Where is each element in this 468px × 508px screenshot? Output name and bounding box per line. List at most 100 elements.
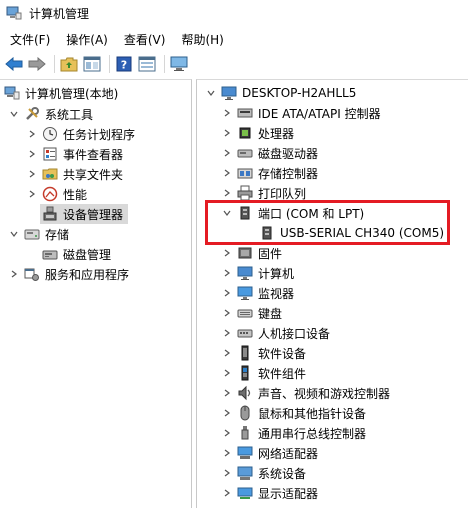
chevron-right-icon[interactable] xyxy=(26,148,38,160)
tree-item-services-apps[interactable]: 服务和应用程序 xyxy=(8,264,129,284)
tree-label: 打印队列 xyxy=(258,186,307,201)
chevron-right-icon[interactable] xyxy=(221,467,233,479)
chevron-right-icon[interactable] xyxy=(221,107,233,119)
device-category-usb[interactable]: 通用串行总线控制器 xyxy=(221,423,366,443)
tree-item-event-viewer[interactable]: 事件查看器 xyxy=(26,144,123,164)
device-category-hid[interactable]: 人机接口设备 xyxy=(221,323,330,343)
tree-label: 网络适配器 xyxy=(258,446,319,461)
monitor-icon[interactable] xyxy=(169,54,189,74)
tree-label: 系统设备 xyxy=(258,466,307,481)
menu-action[interactable]: 操作(A) xyxy=(58,31,116,48)
device-category-keyboard[interactable]: 键盘 xyxy=(221,303,282,323)
chevron-down-icon[interactable] xyxy=(205,87,217,99)
chevron-down-icon[interactable] xyxy=(8,108,20,120)
services-apps-icon xyxy=(24,266,40,282)
tree-label: 监视器 xyxy=(258,286,295,301)
back-icon[interactable] xyxy=(4,54,24,74)
device-category-firmware[interactable]: 固件 xyxy=(221,243,282,263)
chevron-right-icon[interactable] xyxy=(221,267,233,279)
chevron-right-icon[interactable] xyxy=(221,167,233,179)
device-manager-icon xyxy=(42,206,58,222)
storage-controller-icon xyxy=(237,165,253,181)
tree-label: 存储 xyxy=(45,227,70,242)
device-category-storage-controller[interactable]: 存储控制器 xyxy=(221,163,318,183)
forward-icon[interactable] xyxy=(27,54,47,74)
tree-item-shared-folders[interactable]: 共享文件夹 xyxy=(26,164,123,184)
display-adapter-icon xyxy=(237,485,253,501)
tree-label: 显示适配器 xyxy=(258,486,319,501)
tree-label: 事件查看器 xyxy=(63,147,124,162)
device-tree-pane: DESKTOP-H2AHLL5 IDE ATA/ATAPI 控制器 处理器磁盘驱动… xyxy=(196,79,468,508)
left-navigation-pane: 计算机管理(本地) 系统工具 任务计划程序 事件查看器 共享文件夹 性能 设备管… xyxy=(0,79,192,508)
device-category-monitor[interactable]: 监视器 xyxy=(221,283,294,303)
keyboard-icon xyxy=(237,305,253,321)
properties-icon[interactable] xyxy=(137,54,157,74)
device-category-mouse[interactable]: 鼠标和其他指针设备 xyxy=(221,403,366,423)
tree-label: 处理器 xyxy=(258,126,295,141)
sound-icon xyxy=(237,385,253,401)
device-category-computer[interactable]: 计算机 xyxy=(221,263,294,283)
help-icon[interactable]: ? xyxy=(114,54,134,74)
chevron-right-icon[interactable] xyxy=(221,407,233,419)
software-component-icon xyxy=(237,365,253,381)
highlight-annotation xyxy=(205,200,450,245)
tree-label: 共享文件夹 xyxy=(63,167,124,182)
tree-item-device-manager[interactable]: 设备管理器 xyxy=(40,204,128,224)
chevron-right-icon[interactable] xyxy=(221,427,233,439)
chevron-right-icon[interactable] xyxy=(221,307,233,319)
device-category-processor[interactable]: 处理器 xyxy=(221,123,294,143)
chevron-down-icon[interactable] xyxy=(8,228,20,240)
device-category-software-component[interactable]: 软件组件 xyxy=(221,363,306,383)
device-category-sound[interactable]: 声音、视频和游戏控制器 xyxy=(221,383,390,403)
chevron-right-icon[interactable] xyxy=(221,347,233,359)
menu-file[interactable]: 文件(F) xyxy=(0,31,58,48)
disk-drive-icon xyxy=(237,145,253,161)
chevron-right-icon[interactable] xyxy=(26,188,38,200)
device-category-network-adapter[interactable]: 网络适配器 xyxy=(221,443,318,463)
tree-item-computer-root[interactable]: DESKTOP-H2AHLL5 xyxy=(205,83,356,103)
tree-item-disk-management[interactable]: 磁盘管理 xyxy=(42,244,111,264)
software-device-icon xyxy=(237,345,253,361)
toolbar-separator xyxy=(109,55,110,73)
computer-management-icon xyxy=(6,5,22,21)
chevron-right-icon[interactable] xyxy=(221,327,233,339)
tree-item-performance[interactable]: 性能 xyxy=(26,184,87,204)
menu-view[interactable]: 查看(V) xyxy=(116,31,174,48)
chevron-right-icon[interactable] xyxy=(221,247,233,259)
device-category-display-adapter[interactable]: 显示适配器 xyxy=(221,483,318,503)
device-category-system-device[interactable]: 系统设备 xyxy=(221,463,306,483)
device-category-ide-controller[interactable]: IDE ATA/ATAPI 控制器 xyxy=(221,103,381,123)
tree-item-storage[interactable]: 存储 xyxy=(8,224,69,244)
chevron-right-icon[interactable] xyxy=(221,387,233,399)
tree-label: 通用串行总线控制器 xyxy=(258,426,367,441)
device-category-disk-drive[interactable]: 磁盘驱动器 xyxy=(221,143,318,163)
tree-root[interactable]: 计算机管理(本地) xyxy=(4,83,118,103)
chevron-right-icon[interactable] xyxy=(26,128,38,140)
chevron-right-icon[interactable] xyxy=(221,127,233,139)
tree-label: 计算机管理(本地) xyxy=(25,86,119,101)
tree-label: IDE ATA/ATAPI 控制器 xyxy=(258,106,381,121)
show-tree-icon[interactable] xyxy=(82,54,102,74)
printer-icon xyxy=(237,185,253,201)
tree-label: 软件组件 xyxy=(258,366,307,381)
hid-icon xyxy=(237,325,253,341)
device-category-software-device[interactable]: 软件设备 xyxy=(221,343,306,363)
disk-management-icon xyxy=(42,246,58,262)
svg-text:?: ? xyxy=(121,59,127,72)
tree-item-system-tools[interactable]: 系统工具 xyxy=(8,104,93,124)
tree-item-task-scheduler[interactable]: 任务计划程序 xyxy=(26,124,135,144)
chevron-right-icon[interactable] xyxy=(221,447,233,459)
tree-label: 软件设备 xyxy=(258,346,307,361)
up-folder-icon[interactable] xyxy=(59,54,79,74)
system-tools-icon xyxy=(24,106,40,122)
network-adapter-icon xyxy=(237,445,253,461)
chevron-right-icon[interactable] xyxy=(221,187,233,199)
chevron-right-icon[interactable] xyxy=(221,287,233,299)
chevron-right-icon[interactable] xyxy=(221,487,233,499)
menu-help[interactable]: 帮助(H) xyxy=(173,31,231,48)
chevron-right-icon[interactable] xyxy=(221,367,233,379)
chevron-right-icon[interactable] xyxy=(26,168,38,180)
computer-management-icon xyxy=(4,85,20,101)
chevron-right-icon[interactable] xyxy=(8,268,20,280)
chevron-right-icon[interactable] xyxy=(221,147,233,159)
